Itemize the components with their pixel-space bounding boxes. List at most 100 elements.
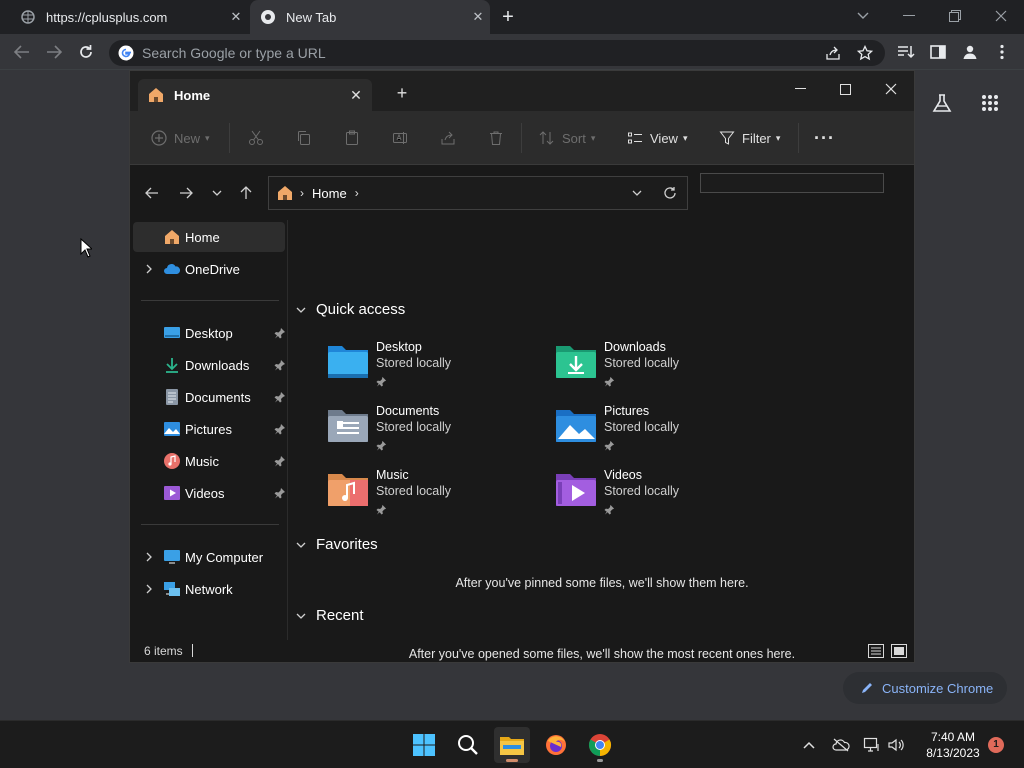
sidebar-item-pictures[interactable]: Pictures [133, 414, 285, 444]
chevron-down-icon [296, 302, 310, 316]
quick-access-item[interactable]: Music Stored locally [326, 468, 546, 528]
omnibox[interactable]: Search Google or type a URL [109, 40, 885, 66]
sidebar-item-music[interactable]: Music [133, 446, 285, 476]
expand-chevron-icon[interactable] [143, 263, 155, 275]
pin-icon[interactable] [274, 487, 286, 499]
close-window-icon[interactable] [877, 77, 905, 101]
forward-arrow-icon[interactable] [44, 42, 64, 62]
home-icon [147, 86, 165, 104]
explorer-tab-home[interactable]: Home ✕ [138, 79, 372, 111]
cplusplus-favicon-icon [20, 9, 36, 25]
sidebar-item-documents[interactable]: Documents [133, 382, 285, 412]
chrome-menu-icon[interactable] [992, 42, 1012, 62]
view-button[interactable]: View ▾ [626, 128, 687, 148]
profile-avatar-icon[interactable] [960, 42, 980, 62]
network-status-icon[interactable] [862, 735, 882, 755]
quick-access-item[interactable]: Documents Stored locally [326, 404, 546, 464]
bookmark-star-icon[interactable] [855, 40, 875, 66]
pin-icon[interactable] [274, 455, 286, 467]
filter-button[interactable]: Filter ▾ [718, 128, 780, 148]
rename-button[interactable] [391, 128, 415, 148]
favorites-empty-message: After you've pinned some files, we'll sh… [455, 576, 749, 590]
back-arrow-icon[interactable] [142, 183, 162, 203]
search-input[interactable] [700, 173, 884, 193]
firefox-taskbar-icon[interactable] [538, 727, 574, 763]
tab-new-tab[interactable]: New Tab ✕ [250, 0, 490, 34]
share-icon[interactable] [823, 40, 843, 66]
filter-label: Filter [742, 130, 771, 146]
recent-locations-chevron-icon[interactable] [207, 183, 227, 203]
forward-arrow-icon[interactable] [176, 183, 196, 203]
explorer-title-bar: Home ✕ + [130, 71, 914, 111]
tab-search-chevron-icon[interactable] [851, 6, 875, 26]
tab-cplusplus[interactable]: https://cplusplus.com ✕ [8, 0, 248, 34]
volume-icon[interactable] [886, 735, 906, 755]
file-explorer-taskbar-icon[interactable] [494, 727, 530, 763]
reload-icon[interactable] [76, 42, 96, 62]
explorer-new-tab-button[interactable]: + [394, 84, 410, 102]
sort-button[interactable]: Sort ▾ [538, 128, 595, 148]
sidebar-item-home[interactable]: Home [133, 222, 285, 252]
new-tab-button[interactable]: + [498, 7, 518, 27]
quick-access-item[interactable]: Downloads Stored locally [554, 340, 774, 400]
google-apps-grid-icon[interactable] [978, 91, 1002, 115]
sidebar-item-label: Videos [185, 486, 225, 501]
section-title: Favorites [316, 535, 378, 553]
minimize-icon[interactable] [897, 6, 921, 26]
show-hidden-icons-chevron-icon[interactable] [799, 735, 819, 755]
maximize-icon[interactable] [831, 77, 859, 101]
taskbar-search-icon[interactable] [450, 727, 486, 763]
new-button[interactable]: New ▾ [150, 128, 210, 148]
sidebar-item-videos[interactable]: Videos [133, 478, 285, 508]
refresh-icon[interactable] [662, 185, 678, 201]
breadcrumb-home[interactable]: Home [312, 186, 347, 201]
sidebar-item-downloads[interactable]: Downloads [133, 350, 285, 380]
cut-button[interactable] [247, 128, 271, 148]
details-view-icon[interactable] [868, 643, 884, 659]
paste-button[interactable] [343, 128, 367, 148]
minimize-icon[interactable] [786, 77, 814, 101]
sort-label: Sort [562, 130, 586, 146]
notification-badge[interactable]: 1 [988, 737, 1004, 753]
trash-icon [487, 129, 505, 147]
start-button[interactable] [406, 727, 442, 763]
side-panel-icon[interactable] [928, 42, 948, 62]
back-arrow-icon[interactable] [12, 42, 32, 62]
quick-access-item[interactable]: Videos Stored locally [554, 468, 774, 528]
expand-chevron-icon[interactable] [143, 551, 155, 563]
close-tab-icon[interactable]: ✕ [470, 9, 486, 25]
tiles-view-icon[interactable] [891, 643, 907, 659]
delete-button[interactable] [487, 128, 511, 148]
pin-icon[interactable] [274, 359, 286, 371]
up-arrow-icon[interactable] [236, 183, 256, 203]
address-bar[interactable]: › Home › [268, 176, 688, 210]
close-window-icon[interactable] [989, 6, 1013, 26]
restore-icon[interactable] [943, 6, 967, 26]
pin-icon[interactable] [274, 391, 286, 403]
share-button[interactable] [439, 128, 463, 148]
expand-chevron-icon[interactable] [143, 583, 155, 595]
close-tab-icon[interactable]: ✕ [228, 9, 244, 25]
section-favorites[interactable]: Favorites [296, 533, 378, 555]
pin-icon[interactable] [274, 423, 286, 435]
sidebar-item-desktop[interactable]: Desktop [133, 318, 285, 348]
chrome-taskbar-icon[interactable] [582, 727, 618, 763]
sidebar-item-onedrive[interactable]: OneDrive [133, 254, 285, 284]
copy-button[interactable] [295, 128, 319, 148]
quick-access-item[interactable]: Desktop Stored locally [326, 340, 546, 400]
system-clock[interactable]: 7:40 AM 8/13/2023 [912, 729, 994, 761]
section-recent[interactable]: Recent [296, 604, 364, 626]
sidebar-item-my-computer[interactable]: My Computer [133, 542, 285, 572]
quick-access-item[interactable]: Pictures Stored locally [554, 404, 774, 464]
section-quick-access[interactable]: Quick access [296, 298, 405, 320]
close-tab-icon[interactable]: ✕ [348, 87, 364, 103]
mouse-pointer-icon [80, 237, 94, 258]
pin-icon[interactable] [274, 327, 286, 339]
reading-list-icon[interactable] [896, 42, 916, 62]
labs-flask-icon[interactable] [930, 91, 954, 115]
address-dropdown-chevron-icon[interactable] [629, 185, 645, 201]
customize-chrome-button[interactable]: Customize Chrome [843, 672, 1007, 704]
onedrive-offline-icon[interactable] [831, 735, 851, 755]
sidebar-item-network[interactable]: Network [133, 574, 285, 604]
more-options-button[interactable]: ··· [814, 128, 835, 148]
